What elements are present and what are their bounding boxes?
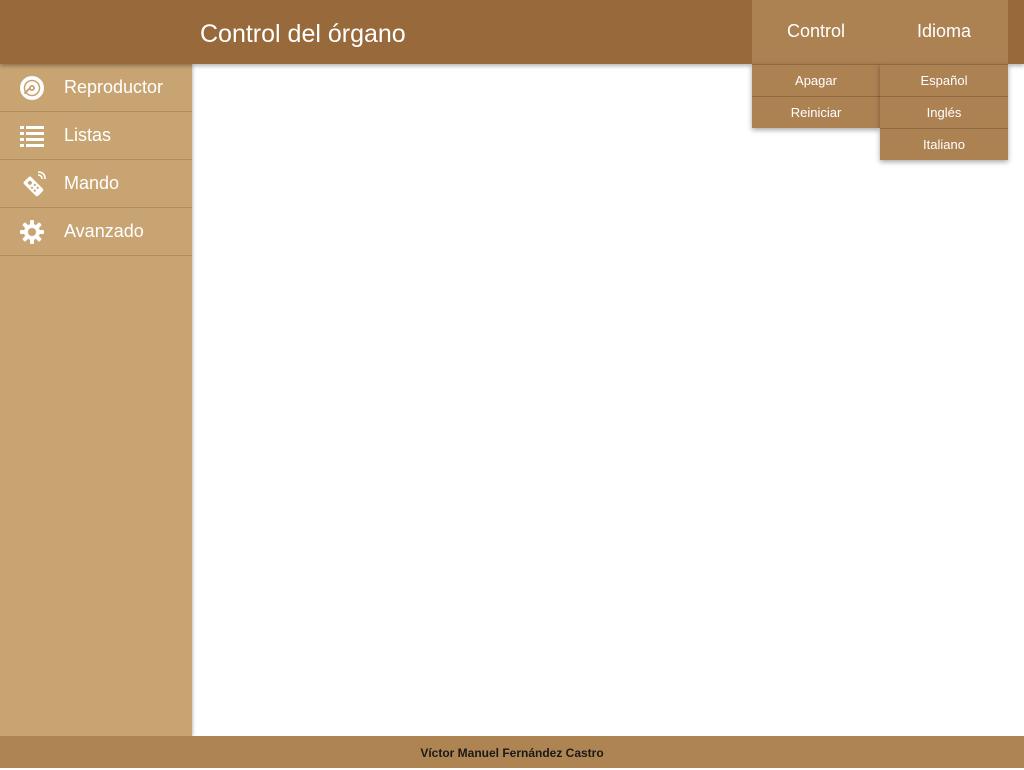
control-dropdown: Apagar Reiniciar <box>752 64 880 128</box>
language-dropdown: Español Inglés Italiano <box>880 64 1008 160</box>
menu-item-spanish[interactable]: Español <box>880 64 1008 96</box>
footer: Víctor Manuel Fernández Castro <box>0 736 1024 768</box>
menu-item-restart[interactable]: Reiniciar <box>752 96 880 128</box>
menu-item-italian[interactable]: Italiano <box>880 128 1008 160</box>
gear-icon <box>20 220 44 244</box>
sidebar-item-avanzado[interactable]: Avanzado <box>0 208 192 256</box>
sidebar-item-listas[interactable]: Listas <box>0 112 192 160</box>
list-icon <box>20 126 44 147</box>
control-menu-button[interactable]: Control <box>752 0 880 64</box>
menu-item-english[interactable]: Inglés <box>880 96 1008 128</box>
sidebar-item-label: Reproductor <box>64 77 164 97</box>
sidebar: Reproductor Listas Mando Avanzado <box>0 64 192 736</box>
top-app-bar: Control del órgano Control Idioma <box>0 0 1024 64</box>
sidebar-item-reproductor[interactable]: Reproductor <box>0 64 192 112</box>
disc-icon <box>20 76 44 100</box>
sidebar-item-mando[interactable]: Mando <box>0 160 192 208</box>
language-menu-button[interactable]: Idioma <box>880 0 1008 64</box>
page-title: Control del órgano <box>200 20 406 48</box>
sidebar-item-label: Mando <box>64 173 120 193</box>
sidebar-item-label: Avanzado <box>64 221 144 241</box>
remote-control-icon <box>23 171 46 197</box>
sidebar-item-label: Listas <box>64 125 112 145</box>
footer-author: Víctor Manuel Fernández Castro <box>420 746 604 760</box>
menu-item-shutdown[interactable]: Apagar <box>752 64 880 96</box>
